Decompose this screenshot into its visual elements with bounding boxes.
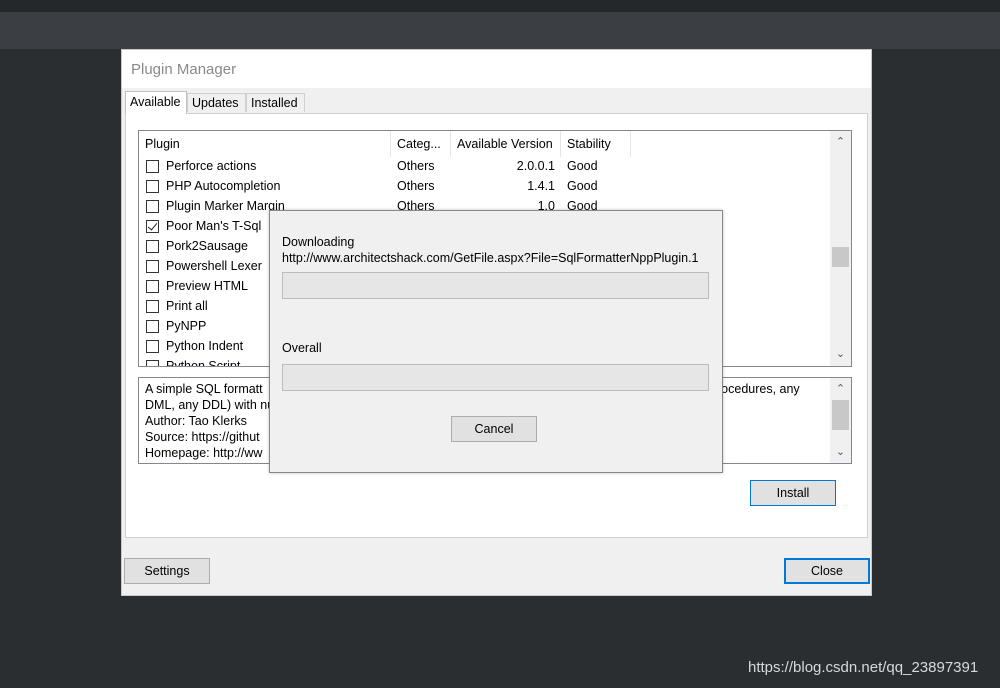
plugin-checkbox[interactable] — [146, 160, 159, 173]
cancel-button[interactable]: Cancel — [451, 416, 537, 442]
list-scrollbar-thumb[interactable] — [832, 247, 849, 268]
chevron-up-icon[interactable]: ⌃ — [830, 380, 851, 398]
description-line: DML, any DDL) with nu — [145, 398, 275, 412]
description-scrollbar-thumb[interactable] — [832, 400, 849, 430]
plugin-name: Perforce actions — [166, 159, 257, 173]
description-line: Author: Tao Klerks — [145, 414, 247, 428]
downloading-label: Downloading — [282, 235, 355, 249]
tab-available[interactable]: Available — [125, 91, 187, 114]
plugin-category: Others — [397, 179, 435, 193]
plugin-version: 2.0.0.1 — [516, 159, 555, 173]
description-line-tail: rocedures, any — [717, 382, 800, 396]
tab-updates[interactable]: Updates — [187, 93, 246, 112]
plugin-name: Poor Man's T-Sql — [166, 219, 262, 233]
plugin-name: PHP Autocompletion — [166, 179, 281, 193]
overall-label: Overall — [282, 341, 322, 355]
description-line: Source: https://githut — [145, 430, 260, 444]
download-dialog: Downloading http://www.architectshack.co… — [269, 210, 723, 473]
plugin-category: Others — [397, 159, 435, 173]
plugin-name: Plugin Marker Margin — [166, 199, 285, 213]
chevron-down-icon[interactable]: ⌄ — [830, 345, 851, 363]
plugin-name: Preview HTML — [166, 279, 248, 293]
plugin-checkbox[interactable] — [146, 240, 159, 253]
install-button[interactable]: Install — [750, 480, 836, 506]
tab-installed[interactable]: Installed — [246, 93, 305, 112]
plugin-checkbox[interactable] — [146, 300, 159, 313]
plugin-stability: Good — [567, 159, 598, 173]
plugin-checkbox[interactable] — [146, 200, 159, 213]
plugin-checkbox[interactable] — [146, 340, 159, 353]
plugin-checkbox[interactable] — [146, 260, 159, 273]
download-progress-bar — [282, 272, 709, 299]
column-header-category[interactable]: Categ... — [391, 131, 451, 157]
plugin-name: Pork2Sausage — [166, 239, 249, 253]
plugin-checkbox[interactable] — [146, 220, 159, 233]
plugin-checkbox[interactable] — [146, 180, 159, 193]
list-scrollbar[interactable]: ⌃ ⌄ — [830, 131, 851, 366]
window-title: Plugin Manager — [131, 61, 237, 78]
plugin-checkbox[interactable] — [146, 280, 159, 293]
top-bar — [0, 0, 1000, 12]
plugin-name: Print all — [166, 299, 208, 313]
plugin-name: Python Script — [166, 359, 241, 367]
settings-button[interactable]: Settings — [124, 558, 210, 584]
plugin-name: PyNPP — [166, 319, 207, 333]
plugin-stability: Good — [567, 179, 598, 193]
title-bar[interactable]: Plugin Manager — [122, 50, 871, 88]
description-line: A simple SQL formatt — [145, 382, 263, 396]
table-row[interactable]: PHP Autocompletion Others 1.4.1 Good — [139, 177, 829, 197]
plugin-name: Powershell Lexer — [166, 259, 262, 273]
watermark: https://blog.csdn.net/qq_23897391 — [748, 659, 979, 676]
plugin-name: Python Indent — [166, 339, 244, 353]
description-line: Homepage: http://ww — [145, 446, 263, 460]
chevron-down-icon[interactable]: ⌄ — [830, 443, 851, 461]
plugin-checkbox[interactable] — [146, 320, 159, 333]
overall-progress-bar — [282, 364, 709, 391]
plugin-checkbox[interactable] — [146, 360, 159, 366]
plugin-version: 1.4.1 — [527, 179, 555, 193]
chevron-up-icon[interactable]: ⌃ — [830, 133, 851, 151]
close-button[interactable]: Close — [784, 558, 870, 584]
table-row[interactable]: Perforce actions Others 2.0.0.1 Good — [139, 157, 829, 177]
column-header-plugin[interactable]: Plugin — [139, 131, 391, 157]
download-url: http://www.architectshack.com/GetFile.as… — [282, 251, 699, 265]
description-scrollbar[interactable]: ⌃ ⌄ — [830, 378, 851, 463]
column-header-stability[interactable]: Stability — [561, 131, 631, 157]
editor-toolbar-band — [0, 12, 1000, 49]
column-header-version[interactable]: Available Version — [451, 131, 561, 157]
